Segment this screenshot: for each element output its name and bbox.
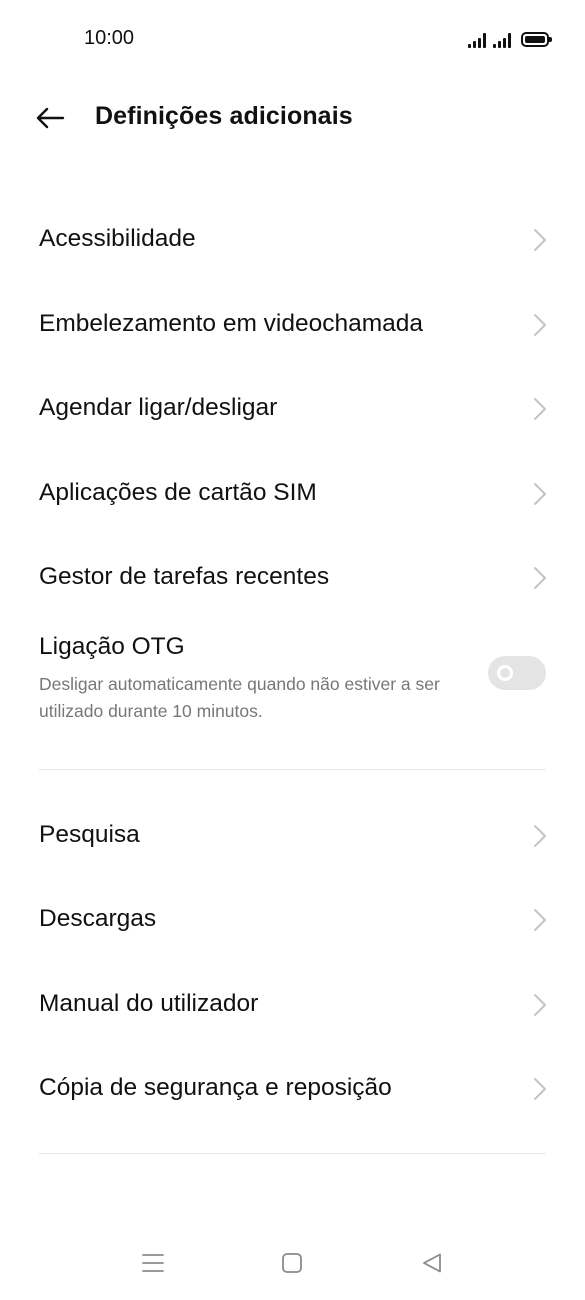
- row-pesquisa[interactable]: Pesquisa: [0, 793, 585, 878]
- chevron-right-icon: [534, 567, 546, 589]
- chevron-right-icon: [534, 313, 546, 336]
- row-ligacao-otg: Ligação OTG Desligar automaticamente qua…: [0, 620, 585, 746]
- chevron-right-icon: [534, 993, 546, 1016]
- row-acessibilidade[interactable]: Acessibilidade: [0, 197, 585, 282]
- row-copia-seguranca-reposicao[interactable]: Cópia de segurança e reposição: [0, 1046, 585, 1131]
- row-label: Agendar ligar/desligar: [39, 394, 278, 421]
- menu-icon: [142, 1254, 164, 1272]
- row-label: Embelezamento em videochamada: [39, 309, 424, 337]
- row-embelezamento-videochamada[interactable]: Embelezamento em videochamada: [0, 282, 585, 367]
- back-triangle-icon: [423, 1253, 441, 1273]
- nav-back-button[interactable]: [410, 1241, 454, 1285]
- chevron-right-icon: [534, 398, 546, 420]
- chevron-right-icon: [534, 909, 546, 931]
- status-time: 10:00: [84, 27, 135, 49]
- row-manual-utilizador[interactable]: Manual do utilizador: [0, 962, 585, 1047]
- otg-toggle[interactable]: [488, 655, 546, 690]
- row-gestor-tarefas-recentes[interactable]: Gestor de tarefas recentes: [0, 535, 585, 620]
- row-label: Pesquisa: [39, 820, 140, 848]
- row-aplicacoes-cartao-sim[interactable]: Aplicações de cartão SIM: [0, 451, 585, 536]
- row-label: Cópia de segurança e reposição: [39, 1074, 392, 1101]
- row-descargas[interactable]: Descargas: [0, 877, 585, 962]
- row-label: Acessibilidade: [39, 225, 196, 252]
- otg-title: Ligação OTG: [39, 632, 185, 660]
- status-bar: 10:00: [0, 0, 585, 76]
- settings-list: Acessibilidade Embelezamento em videocha…: [0, 197, 585, 1154]
- row-label: Descargas: [39, 905, 157, 932]
- row-agendar-ligar-desligar[interactable]: Agendar ligar/desligar: [0, 366, 585, 451]
- chevron-right-icon: [534, 229, 546, 251]
- chevron-right-icon: [534, 482, 546, 505]
- back-arrow-icon: [36, 107, 65, 129]
- back-button[interactable]: [30, 98, 70, 138]
- otg-subtitle: Desligar automaticamente quando não esti…: [39, 673, 440, 721]
- row-label: Manual do utilizador: [39, 989, 259, 1017]
- row-label: Gestor de tarefas recentes: [39, 563, 330, 590]
- battery-icon: [521, 32, 552, 47]
- chevron-right-icon: [534, 824, 546, 847]
- page-title: Definições adicionais: [95, 102, 353, 130]
- status-icons: [468, 26, 552, 48]
- home-icon: [282, 1253, 302, 1273]
- signal-icon: [468, 32, 486, 48]
- chevron-right-icon: [534, 1078, 546, 1100]
- divider: [39, 1152, 546, 1154]
- header: Definições adicionais: [0, 88, 585, 148]
- recents-button[interactable]: [131, 1241, 175, 1285]
- home-button[interactable]: [270, 1241, 314, 1285]
- signal-icon: [493, 32, 511, 48]
- row-label: Aplicações de cartão SIM: [39, 478, 317, 506]
- navigation-bar: [0, 1235, 585, 1291]
